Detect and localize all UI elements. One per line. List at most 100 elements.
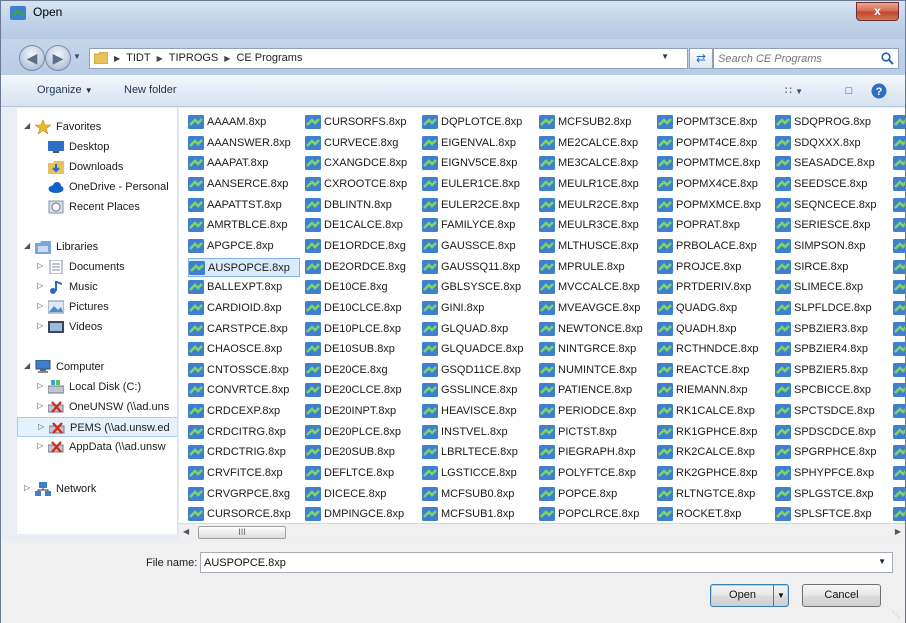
file-item[interactable]: SPBZIER4.8xp [775,340,887,359]
file-item[interactable]: GBLSYSCE.8xp [422,278,534,297]
file-item[interactable]: APGPCE.8xp [188,237,300,256]
sidebar-item[interactable]: ▷ Network [17,479,177,499]
file-item[interactable]: DEFLTCE.8xp [305,464,417,483]
file-item[interactable]: DE20PLCE.8xp [305,423,417,442]
collapsed-arrow-icon[interactable]: ▷ [37,281,43,290]
file-item[interactable]: GAUSSCE.8xp [422,237,534,256]
sidebar-item[interactable]: ◢ Favorites [17,117,177,137]
file-item[interactable]: GAUSSQ11.8xp [422,258,534,277]
file-item[interactable]: RK2GPHCE.8xp [657,464,769,483]
file-item[interactable]: CRVGRPCE.8xg [188,485,300,504]
file-item[interactable]: DICECE.8xp [305,485,417,504]
chevron-down-icon[interactable]: ▼ [878,557,886,566]
filename-combobox[interactable]: ▼ [200,552,893,573]
file-item[interactable]: QUADH.8xp [657,320,769,339]
file-item[interactable]: SDQPROG.8xp [775,113,887,132]
collapsed-arrow-icon[interactable]: ▷ [37,261,43,270]
file-item[interactable]: POLYFTCE.8xp [539,464,651,483]
file-item[interactable]: CRDCEXP.8xp [188,402,300,421]
file-item[interactable]: POPMT4CE.8xp [657,134,769,153]
sidebar-item[interactable]: ▷ OneUNSW (\\ad.uns [17,397,177,417]
file-item[interactable]: MCFSUB0.8xp [422,485,534,504]
file-item[interactable]: CXROOTCE.8xp [305,175,417,194]
sidebar-item[interactable]: OneDrive - Personal [17,177,177,197]
file-item-partial[interactable] [893,464,905,483]
file-item[interactable]: CHAOSCE.8xp [188,340,300,359]
file-item[interactable]: AAPATTST.8xp [188,196,300,215]
file-item[interactable]: EIGNV5CE.8xp [422,154,534,173]
file-item[interactable]: PRBOLACE.8xp [657,237,769,256]
scroll-right-icon[interactable]: ▶ [895,527,901,536]
file-item-partial[interactable] [893,299,905,318]
file-item[interactable]: FAMILYCE.8xp [422,216,534,235]
organize-button[interactable]: Organize ▼ [37,84,93,96]
file-item[interactable]: DE20CE.8xg [305,361,417,380]
address-dropdown-icon[interactable]: ▼ [661,52,669,61]
file-item[interactable]: EULER1CE.8xp [422,175,534,194]
file-item[interactable]: DQPLOTCE.8xp [422,113,534,132]
file-item[interactable]: REACTCE.8xp [657,361,769,380]
file-item[interactable]: CONVRTCE.8xp [188,381,300,400]
file-item[interactable]: GSSLINCE.8xp [422,381,534,400]
collapsed-arrow-icon[interactable]: ▷ [37,401,43,410]
file-item[interactable]: RLTNGTCE.8xp [657,485,769,504]
resize-grip-icon[interactable]: ⋱ [892,610,902,620]
collapsed-arrow-icon[interactable]: ▷ [24,483,30,492]
collapsed-arrow-icon[interactable]: ▷ [38,422,44,431]
file-item[interactable]: GLQUADCE.8xp [422,340,534,359]
file-item[interactable]: MEULR1CE.8xp [539,175,651,194]
file-item-partial[interactable] [893,443,905,462]
forward-button[interactable]: ▶ [45,45,71,71]
file-item[interactable]: MEULR3CE.8xp [539,216,651,235]
file-item[interactable]: CRVFITCE.8xp [188,464,300,483]
file-item[interactable]: DE1ORDCE.8xg [305,237,417,256]
file-item[interactable]: AAAPAT.8xp [188,154,300,173]
file-item[interactable]: BALLEXPT.8xp [188,278,300,297]
file-item-partial[interactable] [893,196,905,215]
file-item[interactable]: DE1CALCE.8xp [305,216,417,235]
file-item[interactable]: CARDIOID.8xp [188,299,300,318]
file-item-partial[interactable] [893,134,905,153]
file-item[interactable]: PICTST.8xp [539,423,651,442]
file-item[interactable]: CRDCTRIG.8xp [188,443,300,462]
file-item[interactable]: MCFSUB1.8xp [422,505,534,523]
sidebar-item[interactable]: ▷ AppData (\\ad.unsw [17,437,177,457]
file-item[interactable]: RIEMANN.8xp [657,381,769,400]
file-item[interactable]: SPLSFTCE.8xp [775,505,887,523]
file-item[interactable]: DBLINTN.8xp [305,196,417,215]
file-item[interactable]: POPCE.8xp [539,485,651,504]
sidebar-item[interactable]: ◢ Computer [17,357,177,377]
file-item-partial[interactable] [893,361,905,380]
file-item[interactable]: POPMT3CE.8xp [657,113,769,132]
file-item[interactable]: POPMXMCE.8xp [657,196,769,215]
file-item[interactable]: SIMPSON.8xp [775,237,887,256]
file-item[interactable]: SPHYPFCE.8xp [775,464,887,483]
breadcrumb-separator-icon[interactable]: ▶ [114,52,120,65]
scrollbar-thumb[interactable]: III [198,526,286,539]
file-item[interactable]: GINI.8xp [422,299,534,318]
breadcrumb-item[interactable]: TIPROGS [169,52,219,65]
search-icon[interactable] [881,52,894,65]
file-item[interactable]: SLIMECE.8xp [775,278,887,297]
file-item[interactable]: DMPINGCE.8xp [305,505,417,523]
file-item[interactable]: SPGRPHCE.8xp [775,443,887,462]
file-item[interactable]: EULER2CE.8xp [422,196,534,215]
file-item[interactable]: LGSTICCE.8xp [422,464,534,483]
file-item[interactable]: SERIESCE.8xp [775,216,887,235]
file-item[interactable]: SPDSCDCE.8xp [775,423,887,442]
file-item-partial[interactable] [893,237,905,256]
file-item[interactable]: LBRLTECE.8xp [422,443,534,462]
address-bar[interactable]: ▶ TIDT ▶ TIPROGS ▶ CE Programs ▼ [89,48,688,69]
back-button[interactable]: ◀ [19,45,45,71]
new-folder-button[interactable]: New folder [124,84,177,96]
collapsed-arrow-icon[interactable]: ▷ [37,441,43,450]
title-bar[interactable]: Open x [1,1,905,39]
sidebar-item[interactable]: ◢ Libraries [17,237,177,257]
file-item[interactable]: PATIENCE.8xp [539,381,651,400]
file-item[interactable]: RCTHNDCE.8xp [657,340,769,359]
file-item[interactable]: MEULR2CE.8xp [539,196,651,215]
sidebar-item[interactable]: ▷ Videos [17,317,177,337]
preview-pane-button[interactable]: □ [839,81,859,101]
sidebar-item[interactable]: ▷ Pictures [17,297,177,317]
file-item[interactable]: CARSTPCE.8xp [188,320,300,339]
